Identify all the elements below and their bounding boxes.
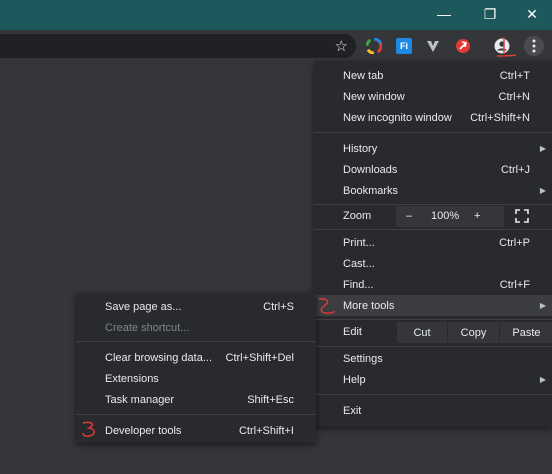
clear-browsing-shortcut: Ctrl+Shift+Del: [225, 351, 294, 364]
chrome-main-menu: New tab Ctrl+T New window Ctrl+N New inc…: [314, 61, 552, 427]
close-window-button[interactable]: ✕: [512, 2, 552, 26]
menu-item-new-incognito[interactable]: New incognito window Ctrl+Shift+N: [314, 107, 552, 128]
cast-label: Cast...: [343, 257, 375, 270]
menu-divider: [314, 346, 552, 347]
submenu-arrow-icon: ▶: [539, 375, 546, 384]
edit-row: Edit Cut Copy Paste: [314, 322, 552, 343]
menu-divider: [314, 394, 552, 395]
extensions-label: Extensions: [105, 372, 159, 385]
restore-button[interactable]: ❐: [470, 2, 510, 26]
fullscreen-icon[interactable]: [515, 209, 529, 226]
title-bar: — ❐ ✕: [0, 0, 552, 30]
minimize-button[interactable]: —: [424, 2, 464, 26]
menu-item-print[interactable]: Print... Ctrl+P: [314, 232, 552, 253]
submenu-item-clear-browsing[interactable]: Clear browsing data... Ctrl+Shift+Del: [76, 347, 316, 368]
submenu-item-save-page[interactable]: Save page as... Ctrl+S: [76, 296, 316, 317]
fi-extension-icon[interactable]: Fi: [396, 38, 412, 54]
menu-divider: [76, 414, 316, 415]
menu-item-more-tools[interactable]: More tools ▶: [314, 295, 552, 316]
save-page-label: Save page as...: [105, 300, 182, 313]
menu-item-new-window[interactable]: New window Ctrl+N: [314, 86, 552, 107]
save-page-shortcut: Ctrl+S: [263, 300, 294, 313]
new-window-shortcut: Ctrl+N: [498, 90, 530, 103]
clear-browsing-label: Clear browsing data...: [105, 351, 212, 364]
bookmarks-label: Bookmarks: [343, 184, 399, 197]
profile-icon[interactable]: [494, 38, 510, 54]
new-window-label: New window: [343, 90, 405, 103]
submenu-arrow-icon: ▶: [539, 301, 546, 310]
menu-divider: [314, 132, 552, 133]
new-incognito-label: New incognito window: [343, 111, 452, 124]
menu-item-history[interactable]: History ▶: [314, 138, 552, 159]
submenu-arrow-icon: ▶: [539, 144, 546, 153]
star-icon[interactable]: ☆: [335, 37, 348, 55]
menu-divider: [76, 341, 316, 342]
more-tools-submenu: Save page as... Ctrl+S Create shortcut..…: [76, 293, 316, 443]
menu-item-help[interactable]: Help ▶: [314, 369, 552, 390]
zoom-row: Zoom – 100% +: [314, 206, 552, 227]
menu-item-downloads[interactable]: Downloads Ctrl+J: [314, 159, 552, 180]
paste-label: Paste: [512, 326, 541, 339]
new-tab-shortcut: Ctrl+T: [499, 69, 530, 82]
downloads-shortcut: Ctrl+J: [500, 163, 530, 176]
new-tab-label: New tab: [343, 69, 384, 82]
history-label: History: [343, 142, 378, 155]
paste-button[interactable]: Paste: [499, 322, 552, 343]
fi-extension-label: Fi: [400, 41, 408, 51]
menu-item-exit[interactable]: Exit: [314, 400, 552, 421]
zoom-controls: – 100% +: [396, 206, 504, 227]
submenu-item-create-shortcut: Create shortcut...: [76, 317, 316, 338]
restore-icon: ❐: [483, 5, 497, 22]
menu-item-settings[interactable]: Settings: [314, 348, 552, 369]
copy-button[interactable]: Copy: [447, 322, 499, 343]
vee-extension-icon[interactable]: [425, 38, 441, 54]
menu-item-cast[interactable]: Cast...: [314, 253, 552, 274]
submenu-item-task-manager[interactable]: Task manager Shift+Esc: [76, 389, 316, 410]
submenu-item-extensions[interactable]: Extensions: [76, 368, 316, 389]
zoom-level: 100%: [431, 210, 460, 222]
help-label: Help: [343, 373, 366, 386]
minimize-icon: —: [437, 6, 451, 22]
close-icon: ✕: [526, 5, 538, 22]
task-manager-label: Task manager: [105, 393, 175, 406]
settings-label: Settings: [343, 352, 383, 365]
create-shortcut-label: Create shortcut...: [105, 321, 190, 334]
zoom-in-button[interactable]: +: [474, 210, 480, 222]
new-incognito-shortcut: Ctrl+Shift+N: [470, 111, 530, 124]
zoom-label: Zoom: [343, 210, 372, 222]
submenu-arrow-icon: ▶: [539, 186, 546, 195]
menu-divider: [314, 204, 552, 205]
print-label: Print...: [343, 236, 375, 249]
address-bar[interactable]: ☆: [0, 34, 356, 58]
browser-toolbar: ☆ Fi: [0, 30, 552, 62]
menu-divider: [314, 229, 552, 230]
zoom-out-button[interactable]: –: [406, 210, 412, 222]
menu-item-new-tab[interactable]: New tab Ctrl+T: [314, 65, 552, 86]
cut-button[interactable]: Cut: [396, 322, 447, 343]
color-wheel-icon[interactable]: [366, 38, 382, 54]
downloads-label: Downloads: [343, 163, 398, 176]
kebab-menu-icon: [532, 39, 536, 53]
kebab-menu-button[interactable]: [524, 36, 544, 56]
edit-label: Edit: [343, 326, 362, 338]
exit-label: Exit: [343, 404, 362, 417]
task-manager-shortcut: Shift+Esc: [247, 393, 294, 406]
developer-tools-shortcut: Ctrl+Shift+I: [238, 424, 294, 437]
copy-label: Copy: [460, 326, 487, 339]
submenu-item-developer-tools[interactable]: Developer tools Ctrl+Shift+I: [76, 420, 316, 441]
cut-label: Cut: [413, 326, 431, 339]
menu-item-find[interactable]: Find... Ctrl+F: [314, 274, 552, 295]
find-label: Find...: [343, 278, 374, 291]
find-shortcut: Ctrl+F: [499, 278, 530, 291]
more-tools-label: More tools: [343, 299, 395, 312]
red-extension-icon[interactable]: [455, 38, 471, 54]
developer-tools-label: Developer tools: [105, 424, 182, 437]
menu-divider: [314, 319, 552, 320]
menu-item-bookmarks[interactable]: Bookmarks ▶: [314, 180, 552, 201]
print-shortcut: Ctrl+P: [499, 236, 530, 249]
